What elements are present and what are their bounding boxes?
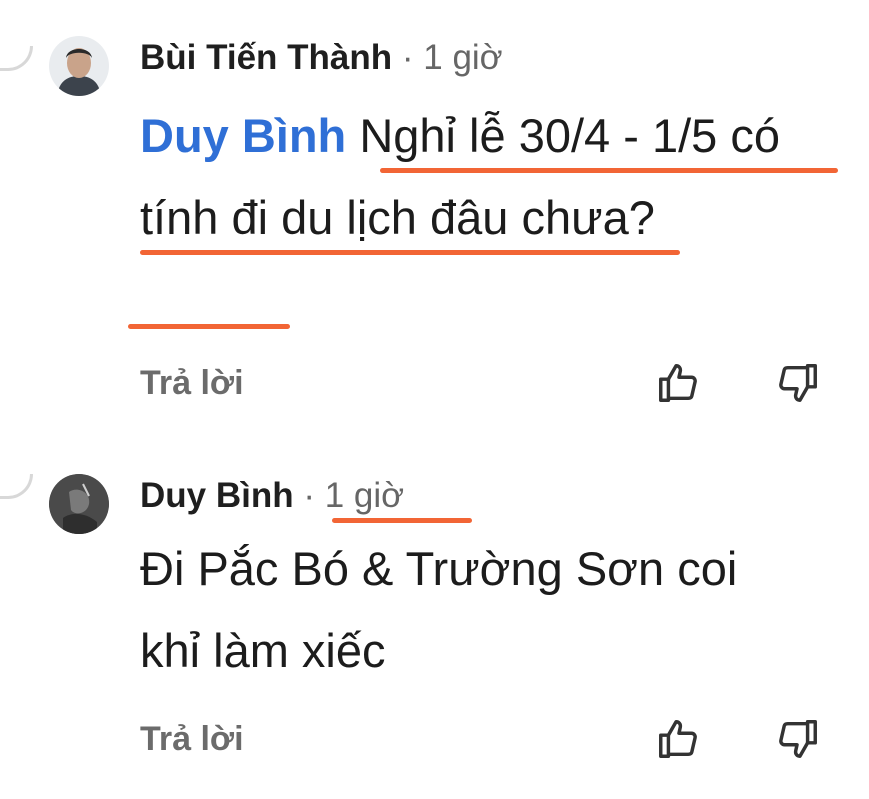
annotation-underline	[140, 250, 680, 255]
author-name[interactable]: Duy Bình	[140, 476, 294, 515]
thumbs-down-icon[interactable]	[775, 360, 821, 406]
reply-button[interactable]: Trả lời	[140, 364, 244, 403]
comment-1: Bùi Tiến Thành · 1 giờ Duy Bình Nghỉ lễ …	[0, 0, 869, 430]
thumbs-up-icon[interactable]	[655, 360, 701, 406]
author-name[interactable]: Bùi Tiến Thành	[140, 38, 392, 77]
annotation-underline	[332, 518, 472, 523]
comment-body: Đi Pắc Bó & Trường Sơn coi khỉ làm xiếc	[140, 542, 738, 677]
comment-time: · 1 giờ	[401, 38, 503, 77]
comment-time: · 1 giờ	[303, 476, 405, 515]
annotation-underline	[128, 324, 290, 329]
comment-author[interactable]: Bùi Tiến Thành · 1 giờ	[140, 38, 503, 78]
avatar-photo-icon	[49, 474, 109, 534]
comment-2: Duy Bình · 1 giờ Đi Pắc Bó & Trường Sơn …	[0, 430, 869, 799]
mention-link[interactable]: Duy Bình	[140, 109, 346, 162]
comment-body: Duy Bình Nghỉ lễ 30/4 - 1/5 có tính đi d…	[140, 95, 840, 259]
reply-button[interactable]: Trả lời	[140, 720, 244, 759]
thread-line	[0, 474, 33, 499]
comment-author[interactable]: Duy Bình · 1 giờ	[140, 476, 404, 516]
avatar[interactable]	[49, 36, 109, 96]
avatar[interactable]	[49, 474, 109, 534]
avatar-portrait-icon	[49, 36, 109, 96]
thumbs-up-icon[interactable]	[655, 716, 701, 762]
annotation-underline	[380, 168, 838, 173]
thread-line	[0, 46, 33, 71]
thumbs-down-icon[interactable]	[775, 716, 821, 762]
